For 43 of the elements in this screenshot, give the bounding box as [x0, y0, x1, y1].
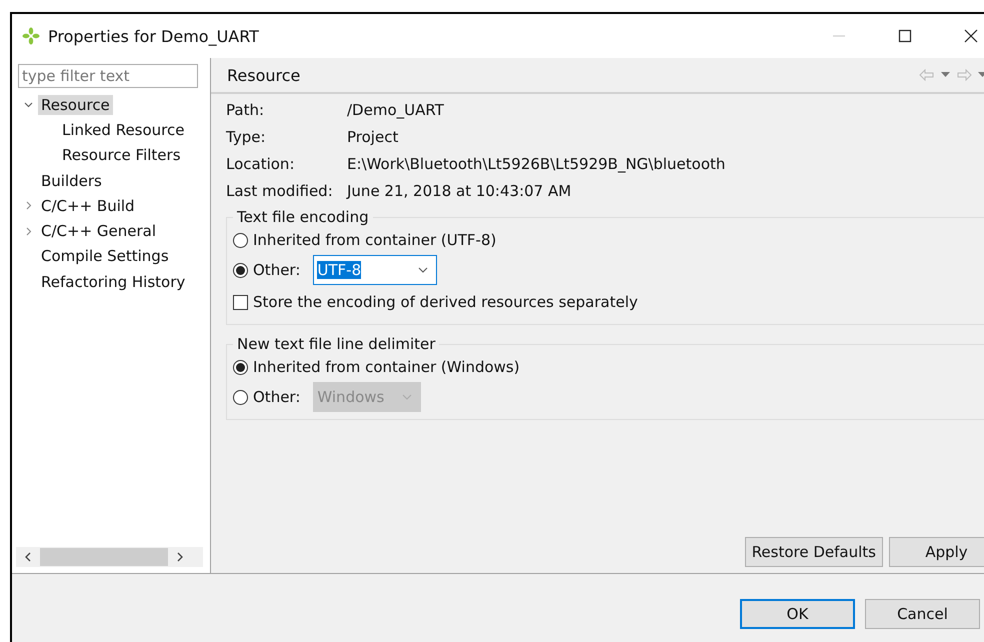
dialog-button[interactable]: OK [740, 599, 855, 629]
radio-button[interactable] [233, 232, 248, 248]
tree-item[interactable]: Resource [38, 94, 113, 115]
field-label: Last modified: [226, 181, 334, 202]
radio-label[interactable]: Other: [253, 261, 300, 279]
leaf-icon [22, 27, 40, 45]
radio-label[interactable]: Inherited from container (UTF-8) [253, 231, 496, 249]
dialog-button[interactable]: Restore Defaults [744, 537, 883, 567]
tree-item[interactable]: Builders [38, 170, 105, 191]
window-title: Properties for Demo_UART [48, 26, 259, 46]
field-value: Project [347, 127, 400, 148]
dialog-button[interactable]: Cancel [865, 599, 980, 629]
radio-button[interactable] [233, 262, 248, 278]
group-title: New text file line delimiter [236, 335, 436, 353]
chevron-down-icon[interactable] [24, 100, 32, 110]
encoding-select[interactable]: UTF-8 [313, 255, 438, 285]
close-icon[interactable] [964, 29, 978, 43]
radio-label[interactable]: Inherited from container (Windows) [253, 358, 520, 376]
caret-icon[interactable] [418, 267, 428, 273]
maximize-icon[interactable] [898, 29, 912, 43]
dropdown-icon[interactable] [941, 72, 950, 78]
group-title: Text file encoding [236, 208, 370, 226]
field-value: June 21, 2018 at 10:43:07 AM [347, 181, 572, 202]
field-value: /Demo_UART [347, 100, 445, 121]
radio-button[interactable] [233, 360, 248, 374]
filter-field[interactable]: type filter text [18, 64, 198, 88]
tree-item[interactable]: Linked Resource [59, 120, 188, 140]
field-label: Path: [226, 100, 266, 121]
tree-item[interactable]: C/C++ Build [38, 196, 138, 216]
field-value: E:\Work\Bluetooth\Lt5926B\Lt5929B_NG\bluetooth [347, 154, 726, 175]
dialog-button[interactable]: Apply [889, 537, 984, 567]
tree-item[interactable]: Resource Filters [59, 145, 184, 166]
tree-item[interactable]: Refactoring History [38, 272, 188, 292]
checkbox-label[interactable]: Store the encoding of derived resources separately [253, 293, 638, 311]
chevron-left-icon[interactable] [24, 552, 32, 562]
tree-item[interactable]: Compile Settings [38, 246, 172, 266]
field-label: Type: [226, 127, 267, 148]
tree-item[interactable]: C/C++ General [38, 221, 160, 242]
checkbox[interactable] [233, 294, 248, 310]
page-title: Resource [227, 66, 300, 84]
field-label: Location: [226, 154, 296, 175]
horizontal-scrollbar[interactable] [16, 547, 203, 567]
chevron-right-icon[interactable] [176, 552, 184, 562]
